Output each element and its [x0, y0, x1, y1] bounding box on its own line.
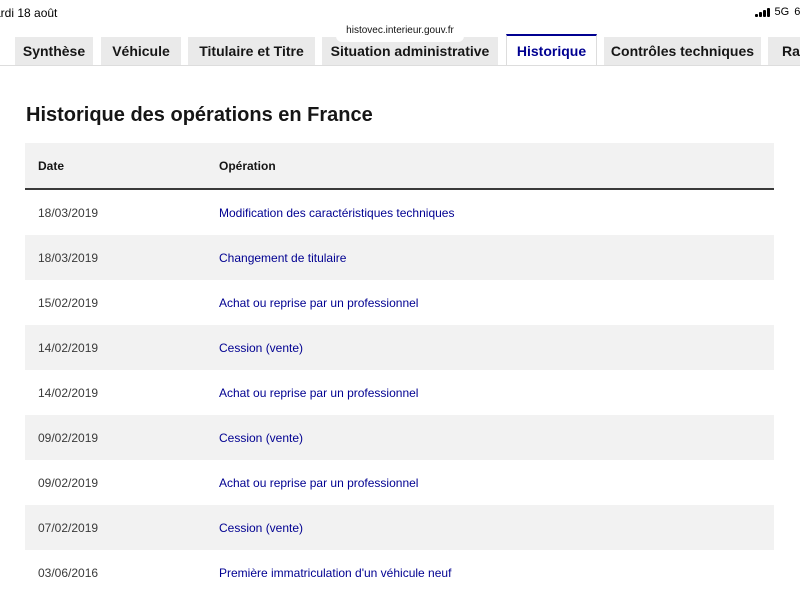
row-operation[interactable]: Cession (vente): [219, 431, 774, 445]
page-title: Historique des opérations en France: [26, 104, 373, 126]
tab-synthese[interactable]: Synthèse: [15, 37, 93, 65]
row-date: 14/02/2019: [38, 385, 99, 400]
header-operation: Opération: [219, 158, 276, 173]
row-date: 18/03/2019: [38, 205, 99, 220]
tab-controles-techniques[interactable]: Contrôles techniques: [604, 37, 761, 65]
row-operation[interactable]: Première immatriculation d'un véhicule n…: [219, 566, 774, 580]
tab-rapport[interactable]: Rap: [768, 37, 800, 65]
row-operation[interactable]: Achat ou reprise par un professionnel: [219, 386, 774, 400]
table-row: 15/02/2019 Achat ou reprise par un profe…: [25, 280, 774, 325]
table-row: 14/02/2019 Cession (vente): [25, 325, 774, 370]
table-row: 18/03/2019 Modification des caractéristi…: [25, 190, 774, 235]
url-bar[interactable]: histovec.interieur.gouv.fr: [336, 20, 464, 42]
tab-vehicule[interactable]: Véhicule: [101, 37, 181, 65]
table-row: 09/02/2019 Cession (vente): [25, 415, 774, 460]
table-header: Date Opération: [25, 143, 774, 190]
operations-table: Date Opération 18/03/2019 Modification d…: [25, 143, 774, 595]
table-row: 14/02/2019 Achat ou reprise par un profe…: [25, 370, 774, 415]
tab-titulaire[interactable]: Titulaire et Titre: [188, 37, 315, 65]
row-operation[interactable]: Achat ou reprise par un professionnel: [219, 296, 774, 310]
table-row: 07/02/2019 Cession (vente): [25, 505, 774, 550]
row-date: 03/06/2016: [38, 565, 99, 580]
row-date: 15/02/2019: [38, 295, 99, 310]
network-label: 5G: [774, 6, 790, 18]
tab-historique[interactable]: Historique: [506, 34, 597, 66]
signal-icon: [754, 7, 770, 17]
row-date: 14/02/2019: [38, 340, 99, 355]
status-date: ardi 18 août: [0, 6, 58, 20]
row-date: 07/02/2019: [38, 520, 99, 535]
row-operation[interactable]: Modification des caractéristiques techni…: [219, 206, 774, 220]
row-operation[interactable]: Cession (vente): [219, 341, 774, 355]
row-date: 09/02/2019: [38, 475, 99, 490]
row-operation[interactable]: Achat ou reprise par un professionnel: [219, 476, 774, 490]
table-row: 18/03/2019 Changement de titulaire: [25, 235, 774, 280]
main-content: Historique des opérations en France Date…: [0, 65, 800, 600]
table-row: 09/02/2019 Achat ou reprise par un profe…: [25, 460, 774, 505]
table-row: 03/06/2016 Première immatriculation d'un…: [25, 550, 774, 595]
row-date: 18/03/2019: [38, 250, 99, 265]
status-indicators: 5G 6(: [754, 6, 800, 18]
battery-label: 6(: [794, 6, 800, 18]
row-operation[interactable]: Cession (vente): [219, 521, 774, 535]
header-date: Date: [38, 158, 65, 173]
row-operation[interactable]: Changement de titulaire: [219, 251, 774, 265]
table-body: 18/03/2019 Modification des caractéristi…: [25, 190, 774, 595]
row-date: 09/02/2019: [38, 430, 99, 445]
